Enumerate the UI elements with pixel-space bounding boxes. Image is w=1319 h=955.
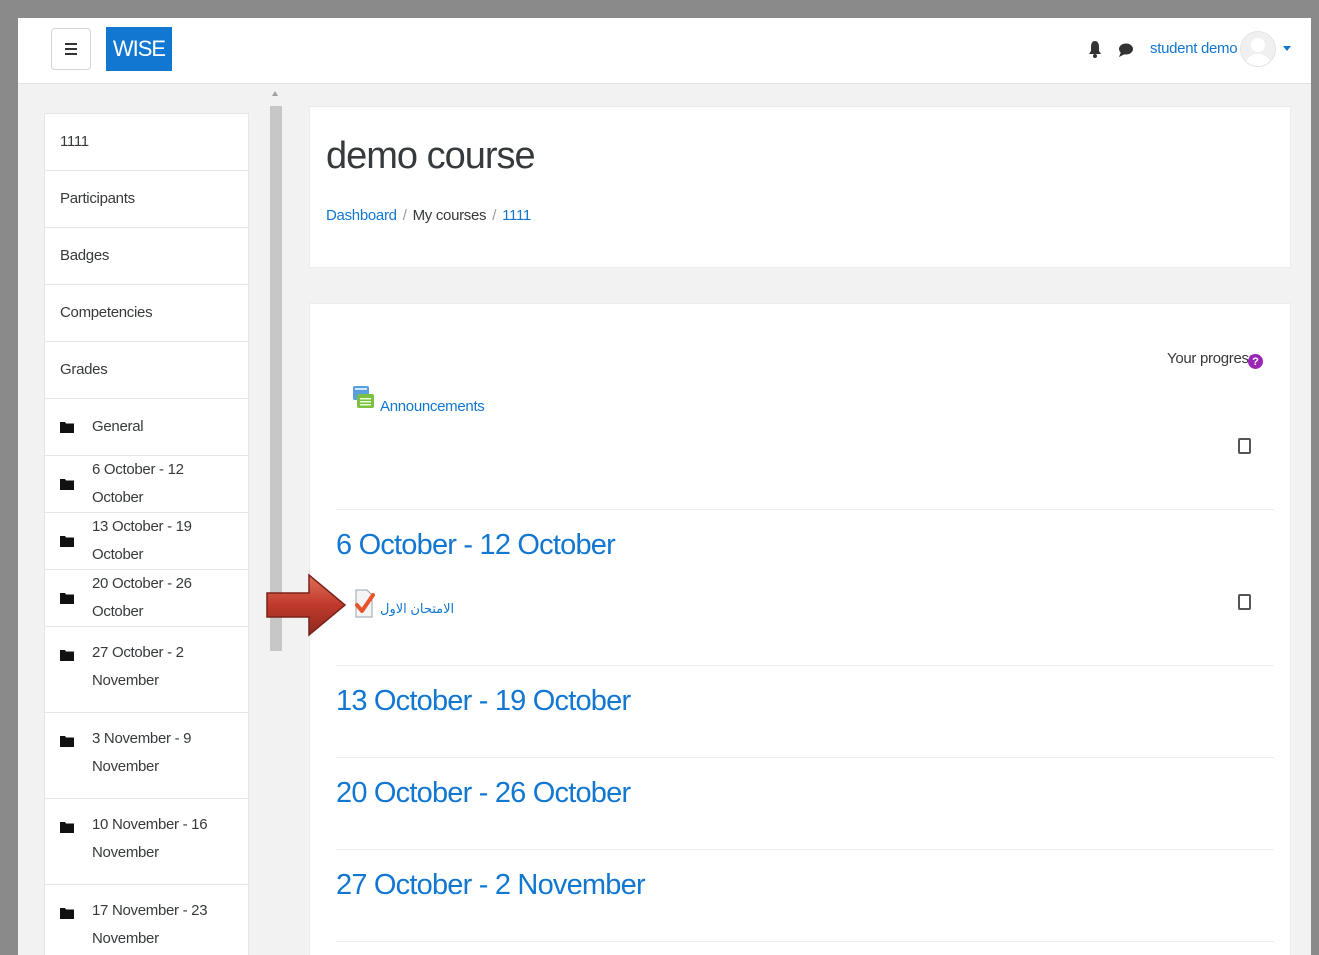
bell-icon[interactable] xyxy=(1088,40,1102,58)
drawer-item-label: 10 November - 16 November xyxy=(92,811,208,867)
breadcrumb-course[interactable]: 1111 xyxy=(502,207,531,224)
scrollbar-thumb[interactable] xyxy=(270,106,282,651)
caret-down-icon[interactable] xyxy=(1283,46,1291,52)
section-title[interactable]: 20 October - 26 October xyxy=(336,777,631,810)
drawer-item-section-4[interactable]: 27 October - 2 November xyxy=(45,627,248,713)
drawer-item-label: 3 November - 9 November xyxy=(92,725,191,781)
section-title[interactable]: 27 October - 2 November xyxy=(336,869,646,902)
forum-icon xyxy=(353,386,374,408)
completion-checkbox[interactable] xyxy=(1238,594,1251,610)
drawer-item-label: Competencies xyxy=(60,304,153,321)
drawer-item-label-line1: 3 November - 9 xyxy=(92,730,192,747)
folder-icon xyxy=(60,536,74,547)
drawer-item-competencies[interactable]: Competencies xyxy=(45,285,248,342)
site-brand-logo[interactable]: WISE xyxy=(106,27,172,71)
drawer-item-label: Grades xyxy=(60,361,108,378)
announcements-link[interactable]: Announcements xyxy=(380,398,485,415)
section-divider xyxy=(336,665,1274,666)
drawer-item-course-home[interactable]: 1111 xyxy=(45,114,248,171)
folder-icon xyxy=(60,422,74,433)
progress-label: Your progress xyxy=(1167,350,1256,367)
drawer-toggle-button[interactable] xyxy=(51,28,91,70)
drawer-item-label: Badges xyxy=(60,247,110,264)
drawer-item-badges[interactable]: Badges xyxy=(45,228,248,285)
drawer-item-section-5[interactable]: 3 November - 9 November xyxy=(45,713,248,799)
folder-icon xyxy=(60,822,74,833)
page-title: demo course xyxy=(326,135,536,177)
drawer-item-participants[interactable]: Participants xyxy=(45,171,248,228)
breadcrumb: Dashboard / My courses / 1111 xyxy=(326,207,531,224)
breadcrumb-separator: / xyxy=(402,207,407,224)
drawer-item-label-line1: 17 November - 23 xyxy=(92,902,208,919)
drawer-item-section-2[interactable]: 13 October - 19 October xyxy=(45,513,248,570)
drawer-item-label: 6 October - 12 October xyxy=(92,461,184,506)
breadcrumb-dashboard[interactable]: Dashboard xyxy=(326,207,397,224)
drawer-item-label: 17 November - 23 November xyxy=(92,897,208,953)
drawer-item-label: 1111 xyxy=(60,133,89,150)
drawer-item-grades[interactable]: Grades xyxy=(45,342,248,399)
section-divider xyxy=(336,509,1274,510)
drawer-item-section-1[interactable]: 6 October - 12 October xyxy=(45,456,248,513)
quiz-activity-link[interactable]: الامتحان الاول xyxy=(380,601,454,617)
drawer-item-general[interactable]: General xyxy=(45,399,248,456)
page-header: demo course Dashboard / My courses / 1111 xyxy=(309,106,1291,268)
quiz-checkmark-icon xyxy=(355,589,375,618)
user-menu-name[interactable]: student demo xyxy=(1150,40,1238,57)
drawer-item-label-line1: 27 October - 2 xyxy=(92,644,184,661)
folder-icon xyxy=(60,908,74,919)
drawer-item-label: 27 October - 2 November xyxy=(92,639,184,695)
hamburger-icon xyxy=(65,43,77,55)
drawer-item-label-line2: November xyxy=(92,672,159,689)
course-content: Your progress ? Announcements 6 October … xyxy=(309,303,1291,955)
browser-viewport: WISE student demo 1111 Participants Badg… xyxy=(18,18,1311,955)
avatar[interactable] xyxy=(1240,31,1276,67)
drawer-item-label-line2: November xyxy=(92,844,159,861)
folder-icon xyxy=(60,593,74,604)
drawer-item-label: General xyxy=(92,418,144,435)
breadcrumb-separator: / xyxy=(492,207,497,224)
drawer-item-label: Participants xyxy=(60,190,135,207)
drawer-item-section-6[interactable]: 10 November - 16 November xyxy=(45,799,248,885)
drawer-item-section-7[interactable]: 17 November - 23 November xyxy=(45,885,248,955)
chat-bubble-icon[interactable] xyxy=(1118,42,1134,58)
course-nav-drawer: 1111 Participants Badges Competencies Gr… xyxy=(44,113,249,955)
completion-checkbox[interactable] xyxy=(1238,438,1251,454)
folder-icon xyxy=(60,736,74,747)
window-frame: WISE student demo 1111 Participants Badg… xyxy=(0,0,1319,955)
drawer-item-section-3[interactable]: 20 October - 26 October xyxy=(45,570,248,627)
section-divider xyxy=(336,757,1274,758)
user-silhouette-icon xyxy=(1246,38,1270,66)
section-divider xyxy=(336,941,1274,942)
section-title[interactable]: 6 October - 12 October xyxy=(336,529,616,562)
section-title[interactable]: 13 October - 19 October xyxy=(336,685,631,718)
folder-icon xyxy=(60,479,74,490)
red-arrow-icon xyxy=(266,573,347,637)
drawer-item-label: 13 October - 19 October xyxy=(92,518,192,563)
drawer-item-label-line1: 10 November - 16 xyxy=(92,816,208,833)
question-icon[interactable]: ? xyxy=(1248,354,1263,369)
section-divider xyxy=(336,849,1274,850)
folder-icon xyxy=(60,650,74,661)
drawer-item-label-line2: November xyxy=(92,930,159,947)
scroll-up-arrow-icon[interactable] xyxy=(272,91,278,96)
drawer-item-label-line2: November xyxy=(92,758,159,775)
top-navbar: WISE student demo xyxy=(18,18,1311,84)
drawer-item-label: 20 October - 26 October xyxy=(92,575,192,620)
breadcrumb-my-courses: My courses xyxy=(412,207,487,224)
